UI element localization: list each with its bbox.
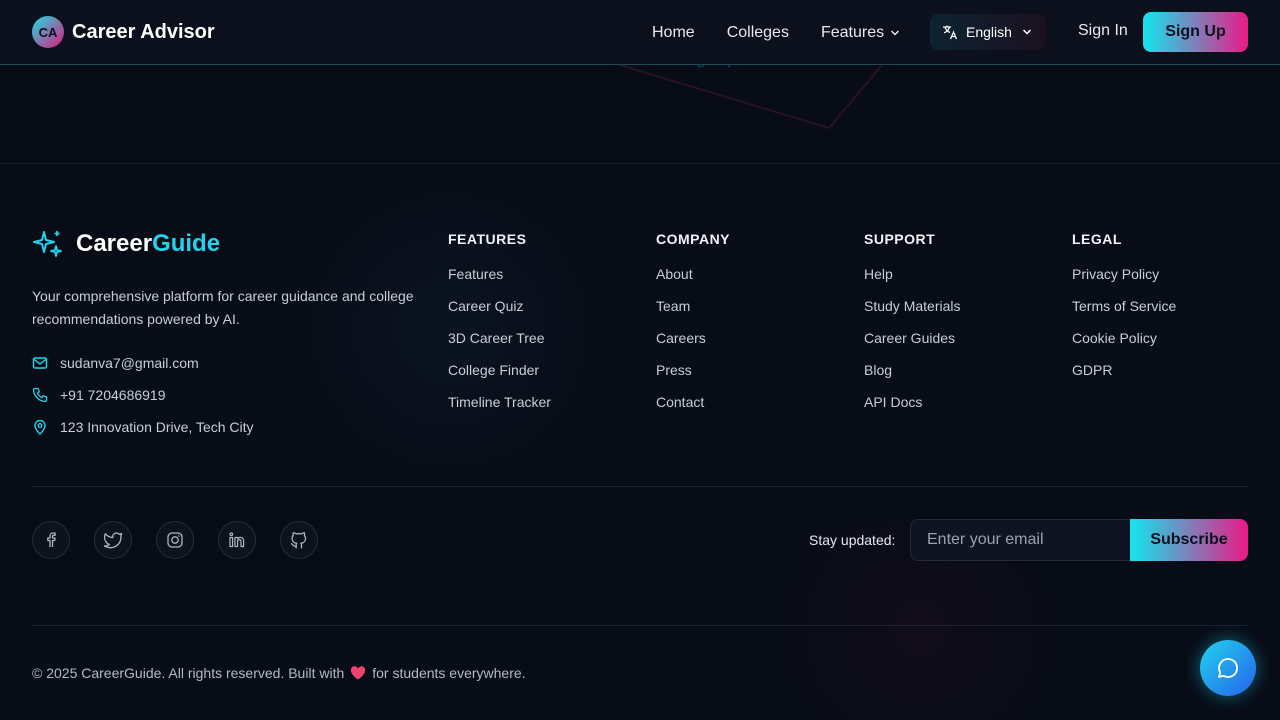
- footer-link[interactable]: Help: [864, 265, 960, 297]
- phone-icon: [32, 387, 48, 403]
- footer-column-features: FEATURES Features Career Quiz 3D Career …: [448, 231, 551, 425]
- copyright-suffix: for students everywhere.: [372, 665, 526, 681]
- footer-link[interactable]: Contact: [656, 393, 730, 425]
- footer-link[interactable]: Features: [448, 265, 551, 297]
- github-icon[interactable]: [280, 521, 318, 559]
- footer-link[interactable]: Privacy Policy: [1072, 265, 1176, 297]
- footer-column-support: SUPPORT Help Study Materials Career Guid…: [864, 231, 960, 425]
- footer-column-company: COMPANY About Team Careers Press Contact: [656, 231, 730, 425]
- chevron-down-icon: [1022, 29, 1031, 35]
- contact-phone-text: +91 7204686919: [60, 387, 166, 403]
- footer-link[interactable]: Career Quiz: [448, 297, 551, 329]
- footer-link[interactable]: Timeline Tracker: [448, 393, 551, 425]
- footer-link[interactable]: Terms of Service: [1072, 297, 1176, 329]
- sign-in-button[interactable]: Sign In: [1078, 22, 1128, 40]
- newsletter-email-input[interactable]: [910, 519, 1132, 561]
- linkedin-icon[interactable]: [218, 521, 256, 559]
- brand-name-prefix: Career: [76, 230, 153, 257]
- logo-badge: CA: [32, 16, 64, 48]
- twitter-icon[interactable]: [94, 521, 132, 559]
- column-heading: SUPPORT: [864, 231, 936, 247]
- footer-link[interactable]: Blog: [864, 361, 960, 393]
- contact-address-text: 123 Innovation Drive, Tech City: [60, 419, 254, 435]
- footer-column-legal: LEGAL Privacy Policy Terms of Service Co…: [1072, 231, 1176, 393]
- navbar: CA Career Advisor Home Colleges Features…: [0, 0, 1280, 65]
- logo[interactable]: CA Career Advisor: [32, 16, 215, 48]
- contact-email[interactable]: sudanva7@gmail.com: [32, 355, 199, 371]
- footer-link[interactable]: Study Materials: [864, 297, 960, 329]
- chat-bubble-icon: [1218, 658, 1238, 678]
- section-divider: [0, 163, 1280, 164]
- footer-link[interactable]: Team: [656, 297, 730, 329]
- newsletter-label: Stay updated:: [809, 532, 896, 548]
- column-heading: FEATURES: [448, 231, 527, 247]
- language-selector[interactable]: English: [930, 14, 1046, 50]
- nav-colleges[interactable]: Colleges: [727, 24, 789, 42]
- brand-name-suffix: Guide: [152, 230, 221, 257]
- decorative-line: [619, 64, 883, 130]
- language-label: English: [966, 24, 1012, 40]
- footer-brand-name: CareerGuide: [76, 230, 220, 258]
- footer-divider: [32, 625, 1248, 626]
- nav-links: Home Colleges Features: [652, 0, 900, 65]
- instagram-icon[interactable]: [156, 521, 194, 559]
- column-heading: COMPANY: [656, 231, 731, 247]
- footer-link[interactable]: API Docs: [864, 393, 960, 425]
- facebook-icon[interactable]: [32, 521, 70, 559]
- footer-link[interactable]: Career Guides: [864, 329, 960, 361]
- nav-features[interactable]: Features: [821, 24, 900, 42]
- footer-link[interactable]: Press: [656, 361, 730, 393]
- logo-text: Career Advisor: [72, 20, 215, 43]
- nav-home[interactable]: Home: [652, 24, 695, 42]
- footer-link[interactable]: GDPR: [1072, 361, 1176, 393]
- footer-link[interactable]: Careers: [656, 329, 730, 361]
- mail-icon: [32, 357, 48, 369]
- copyright: © 2025 CareerGuide. All rights reserved.…: [32, 665, 526, 681]
- translate-icon: [943, 25, 958, 40]
- chevron-down-icon: [891, 29, 900, 36]
- footer-divider: [32, 486, 1248, 487]
- contact-phone[interactable]: +91 7204686919: [32, 387, 166, 403]
- nav-features-label: Features: [820, 23, 885, 41]
- chat-button[interactable]: [1200, 640, 1256, 696]
- sign-up-button[interactable]: Sign Up: [1143, 12, 1248, 52]
- footer-link[interactable]: Cookie Policy: [1072, 329, 1176, 361]
- contact-address: 123 Innovation Drive, Tech City: [32, 419, 254, 435]
- footer-link[interactable]: About: [656, 265, 730, 297]
- heart-icon: [351, 666, 366, 680]
- footer-description: Your comprehensive platform for career g…: [32, 288, 414, 327]
- contact-email-text: sudanva7@gmail.com: [60, 355, 199, 371]
- copyright-text: © 2025 CareerGuide. All rights reserved.…: [32, 665, 345, 681]
- column-heading: LEGAL: [1072, 231, 1122, 247]
- sparkles-icon: [33, 231, 62, 257]
- footer-link[interactable]: 3D Career Tree: [448, 329, 551, 361]
- subscribe-button[interactable]: Subscribe: [1130, 519, 1248, 561]
- social-links: [32, 521, 318, 559]
- map-pin-icon: [34, 419, 46, 435]
- footer-brand[interactable]: CareerGuide: [32, 228, 220, 260]
- footer-link[interactable]: College Finder: [448, 361, 551, 393]
